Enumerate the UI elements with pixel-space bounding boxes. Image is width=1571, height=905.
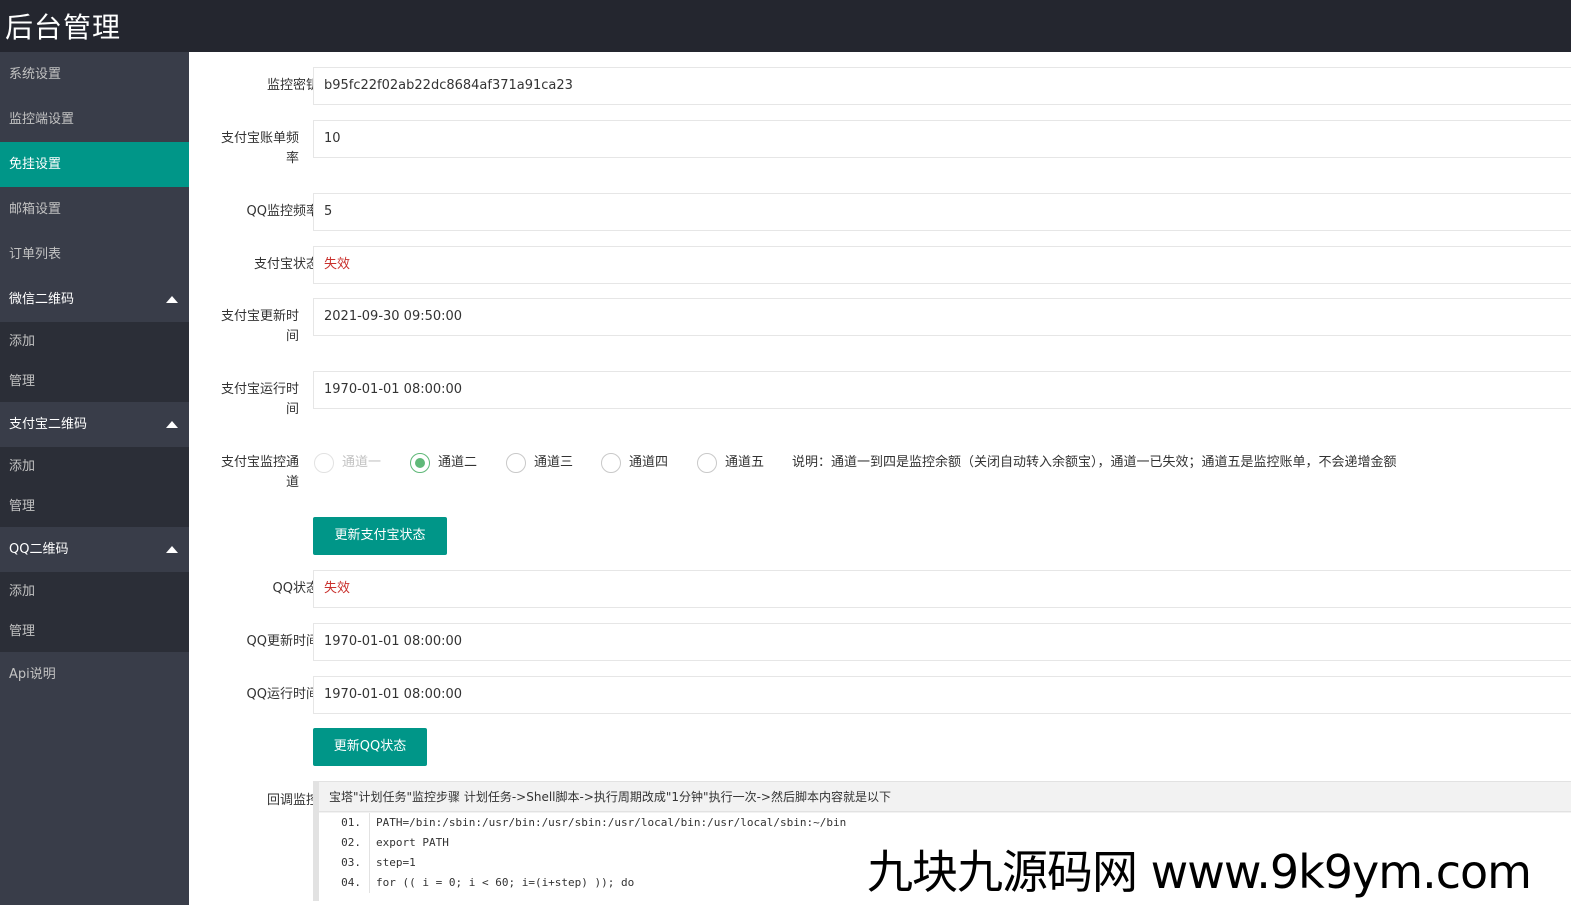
sidebar-submenu-alipay: 添加 管理: [0, 447, 189, 527]
line-number: 04.: [341, 876, 361, 889]
top-header: 后台管理: [0, 0, 1571, 52]
sidebar-item-qq-add[interactable]: 添加: [0, 572, 189, 612]
sidebar-item-system-settings[interactable]: 系统设置: [0, 52, 189, 97]
alipay-freq-input[interactable]: 10: [313, 120, 1571, 158]
field-label: QQ运行时间: [246, 687, 319, 702]
field-label: 监控密钥: [266, 78, 319, 93]
radio-label: 通道一: [342, 455, 382, 470]
field-label: 支付宝账单频率: [220, 131, 299, 166]
alipay-update-time-input[interactable]: 2021-09-30 09:50:00: [313, 298, 1571, 336]
field-label: 支付宝监控通道: [220, 455, 299, 490]
sidebar-group-label: QQ二维码: [9, 542, 69, 557]
monitor-key-input[interactable]: b95fc22f02ab22dc8684af371a91ca23: [313, 67, 1571, 105]
caret-up-icon: [166, 546, 178, 553]
radio-label: 通道四: [629, 455, 669, 470]
sidebar-group-label: 支付宝二维码: [9, 417, 88, 432]
update-alipay-status-button[interactable]: 更新支付宝状态: [313, 517, 447, 555]
code-block-header: 宝塔"计划任务"监控步骤 计划任务->Shell脚本->执行周期改成"1分钟"执…: [319, 782, 1571, 812]
qq-freq-input[interactable]: 5: [313, 193, 1571, 231]
line-number: 03.: [341, 856, 361, 869]
sidebar-item-alipay-add[interactable]: 添加: [0, 447, 189, 487]
alipay-status-value: 失效: [313, 246, 1571, 284]
field-label: 支付宝更新时间: [220, 309, 299, 344]
main-content: 监控密钥 b95fc22f02ab22dc8684af371a91ca23 支付…: [189, 52, 1571, 905]
radio-circle-icon: [314, 453, 334, 473]
line-text: PATH=/bin:/sbin:/usr/bin:/usr/sbin:/usr/…: [369, 813, 846, 833]
radio-circle-icon: [697, 453, 717, 473]
watermark-text: 九块九源码网 www.9k9ym.com: [867, 845, 1532, 899]
field-label: QQ更新时间: [246, 634, 319, 649]
line-text: export PATH: [369, 833, 449, 853]
sidebar-item-email-settings[interactable]: 邮箱设置: [0, 187, 189, 232]
sidebar-submenu-wechat: 添加 管理: [0, 322, 189, 402]
field-label: 支付宝状态: [253, 257, 319, 272]
qq-run-time-input[interactable]: 1970-01-01 08:00:00: [313, 676, 1571, 714]
caret-up-icon: [166, 421, 178, 428]
sidebar-item-api-docs[interactable]: Api说明: [0, 652, 189, 697]
update-qq-status-button[interactable]: 更新QQ状态: [313, 728, 427, 766]
sidebar-item-free-hang-settings[interactable]: 免挂设置: [0, 142, 189, 187]
line-number: 01.: [341, 816, 361, 829]
sidebar-item-wechat-add[interactable]: 添加: [0, 322, 189, 362]
sidebar-item-order-list[interactable]: 订单列表: [0, 232, 189, 277]
line-number: 02.: [341, 836, 361, 849]
qq-status-value: 失效: [313, 570, 1571, 608]
sidebar-group-label: 微信二维码: [9, 292, 75, 307]
caret-up-icon: [166, 296, 178, 303]
sidebar-item-monitor-settings[interactable]: 监控端设置: [0, 97, 189, 142]
alipay-run-time-input[interactable]: 1970-01-01 08:00:00: [313, 371, 1571, 409]
sidebar-submenu-qq: 添加 管理: [0, 572, 189, 652]
sidebar-group-qq-qr[interactable]: QQ二维码: [0, 527, 189, 572]
field-label: QQ状态: [272, 581, 319, 596]
sidebar-item-wechat-manage[interactable]: 管理: [0, 362, 189, 402]
radio-label: 通道五: [725, 455, 765, 470]
line-text: for (( i = 0; i < 60; i=(i+step) )); do: [369, 873, 634, 893]
sidebar-item-qq-manage[interactable]: 管理: [0, 612, 189, 652]
sidebar-group-wechat-qr[interactable]: 微信二维码: [0, 277, 189, 322]
sidebar: 系统设置 监控端设置 免挂设置 邮箱设置 订单列表 微信二维码 添加 管理 支付…: [0, 52, 189, 905]
field-label: QQ监控频率: [246, 204, 319, 219]
channel-note: 说明：通道一到四是监控余额（关闭自动转入余额宝），通道一已失效；通道五是监控账单…: [792, 455, 1397, 470]
app-title: 后台管理: [5, 11, 122, 44]
field-label: 支付宝运行时间: [220, 382, 299, 417]
radio-circle-icon: [601, 453, 621, 473]
sidebar-group-alipay-qr[interactable]: 支付宝二维码: [0, 402, 189, 447]
sidebar-item-alipay-manage[interactable]: 管理: [0, 487, 189, 527]
radio-checked-icon: [410, 453, 430, 473]
line-text: step=1: [369, 853, 416, 873]
radio-circle-icon: [506, 453, 526, 473]
qq-update-time-input[interactable]: 1970-01-01 08:00:00: [313, 623, 1571, 661]
radio-label: 通道三: [534, 455, 574, 470]
radio-label: 通道二: [438, 455, 478, 470]
field-label: 回调监控: [266, 793, 319, 808]
code-line: 01. PATH=/bin:/sbin:/usr/bin:/usr/sbin:/…: [319, 813, 1571, 833]
